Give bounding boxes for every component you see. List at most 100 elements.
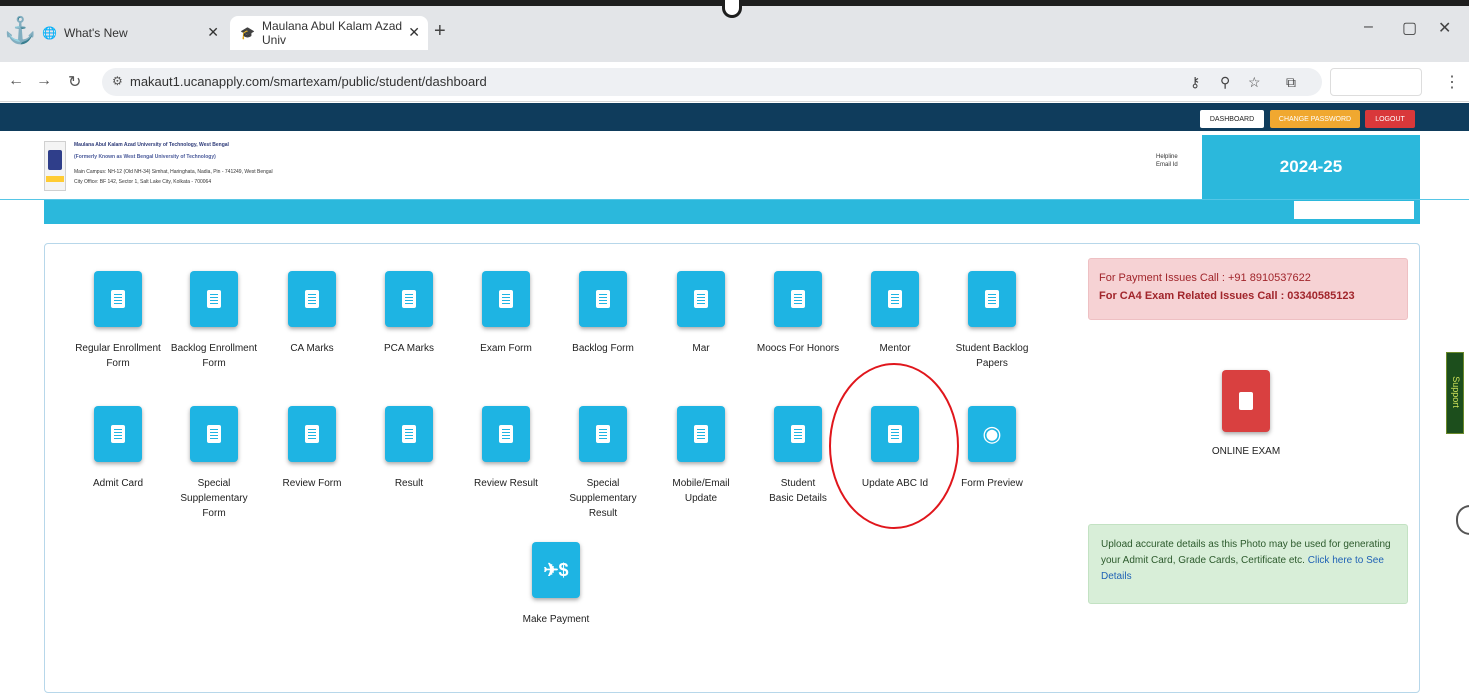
close-icon[interactable]: ✕ xyxy=(408,24,420,41)
site-top-bar: DASHBOARD CHANGE PASSWORD LOGOUT xyxy=(0,103,1469,131)
tile-label: PCA Marks xyxy=(383,343,434,354)
support-label: Support xyxy=(1451,376,1461,408)
support-tab[interactable]: Support xyxy=(1446,352,1464,434)
tab-makaut[interactable]: 🎓 Maulana Abul Kalam Azad Univ ✕ xyxy=(230,16,428,50)
globe-icon: 🌐 xyxy=(42,26,57,40)
header-cyan-bar xyxy=(44,200,1420,224)
tile-label: Moocs For Honors xyxy=(756,343,840,354)
helpline-info: Helpline Email Id xyxy=(1156,153,1178,169)
zoom-icon[interactable]: ⚲ xyxy=(1220,74,1230,91)
document-icon xyxy=(482,406,530,462)
payment-icon: ✈$ xyxy=(532,542,580,598)
tile-label: Student Basic Details xyxy=(769,478,827,504)
email-label: Email Id xyxy=(1156,162,1178,168)
tile-label: Backlog Form xyxy=(572,343,634,354)
document-icon xyxy=(677,406,725,462)
extensions-icon[interactable]: ⧉ xyxy=(1286,74,1296,91)
document-icon xyxy=(190,406,238,462)
site-info-icon[interactable]: ⚙ xyxy=(112,74,123,88)
tile-make-payment[interactable]: ✈$ Make Payment xyxy=(506,542,606,627)
profile-box[interactable] xyxy=(1330,68,1422,96)
document-icon xyxy=(94,406,142,462)
url-input[interactable]: ⚙ makaut1.ucanapply.com/smartexam/public… xyxy=(102,68,1322,96)
document-icon xyxy=(288,271,336,327)
tile-label: Student Backlog Papers xyxy=(955,343,1029,369)
tile-label: Admit Card xyxy=(92,478,143,489)
reload-icon[interactable]: ↻ xyxy=(68,72,81,92)
document-icon xyxy=(968,271,1016,327)
browser-tabstrip: ⚓ 🌐 What's New ✕ 🎓 Maulana Abul Kalam Az… xyxy=(0,0,1469,62)
main-campus-address: Main Campus: NH-12 (Old NH-34) Simhat, H… xyxy=(74,169,273,175)
tile-mar[interactable]: Mar xyxy=(651,271,751,356)
tile-ca-marks[interactable]: CA Marks xyxy=(262,271,362,356)
minimize-icon[interactable]: – xyxy=(1364,18,1373,36)
key-icon[interactable]: ⚷ xyxy=(1190,74,1200,91)
tile-regular-enrollment-form[interactable]: Regular Enrollment Form xyxy=(68,271,168,371)
browser-menu-icon[interactable]: ⋮ xyxy=(1444,72,1460,92)
side-handle[interactable] xyxy=(1456,505,1469,535)
tile-label: Review Form xyxy=(282,478,342,489)
eye-icon: ◉ xyxy=(968,406,1016,462)
dashboard-label: DASHBOARD xyxy=(1209,115,1255,123)
university-logo xyxy=(44,141,66,191)
tile-label: Special Supplementary Form xyxy=(180,478,248,519)
tile-label: Mentor xyxy=(879,343,911,354)
header-white-box xyxy=(1294,201,1414,219)
university-icon: 🎓 xyxy=(240,26,255,40)
online-exam-label: ONLINE EXAM xyxy=(1211,446,1281,457)
logout-button[interactable]: LOGOUT xyxy=(1365,110,1415,128)
tile-pca-marks[interactable]: PCA Marks xyxy=(359,271,459,356)
document-icon xyxy=(774,406,822,462)
upload-notice-alert: Upload accurate details as this Photo ma… xyxy=(1088,524,1408,604)
forward-icon[interactable]: → xyxy=(36,72,52,90)
tile-result[interactable]: Result xyxy=(359,406,459,491)
payment-issues-alert: For Payment Issues Call : +91 8910537622… xyxy=(1088,258,1408,320)
university-name: Maulana Abul Kalam Azad University of Te… xyxy=(74,142,229,148)
window-close-icon[interactable]: ✕ xyxy=(1438,18,1451,38)
logo-ribbon xyxy=(46,176,64,182)
tile-label: Exam Form xyxy=(480,343,532,354)
back-icon[interactable]: ← xyxy=(8,72,24,90)
bookmark-star-icon[interactable]: ☆ xyxy=(1248,74,1261,91)
university-former-name: (Formerly Known as West Bengal Universit… xyxy=(74,154,216,160)
document-icon xyxy=(385,271,433,327)
tile-exam-form[interactable]: Exam Form xyxy=(456,271,556,356)
helpline-label: Helpline xyxy=(1156,154,1178,160)
restore-icon[interactable]: ▢ xyxy=(1402,18,1417,38)
tile-label: Special Supplementary Result xyxy=(569,478,637,519)
document-icon xyxy=(579,271,627,327)
session-year: 2024-25 xyxy=(1279,157,1343,176)
change-password-button[interactable]: CHANGE PASSWORD xyxy=(1270,110,1360,128)
tile-admit-card[interactable]: Admit Card xyxy=(68,406,168,491)
close-icon[interactable]: ✕ xyxy=(207,24,219,41)
document-icon xyxy=(774,271,822,327)
dashboard-button[interactable]: DASHBOARD xyxy=(1200,110,1264,128)
tile-mobile-email-update[interactable]: Mobile/Email Update xyxy=(651,406,751,506)
tab-whats-new[interactable]: 🌐 What's New ✕ xyxy=(32,16,227,50)
document-icon xyxy=(288,406,336,462)
tile-mentor[interactable]: Mentor xyxy=(845,271,945,356)
tile-label: Result xyxy=(394,478,424,489)
tile-special-supplementary-form[interactable]: Special Supplementary Form xyxy=(164,406,264,521)
tile-label: Make Payment xyxy=(522,614,590,625)
new-tab-button[interactable]: + xyxy=(434,20,446,43)
tile-backlog-enrollment-form[interactable]: Backlog Enrollment Form xyxy=(164,271,264,371)
tile-label: Form Preview xyxy=(961,478,1023,489)
tile-review-result[interactable]: Review Result xyxy=(456,406,556,491)
tile-special-supplementary-result[interactable]: Special Supplementary Result xyxy=(553,406,653,521)
tile-review-form[interactable]: Review Form xyxy=(262,406,362,491)
document-icon xyxy=(579,406,627,462)
anchor-icon[interactable]: ⚓ xyxy=(4,14,36,46)
payment-issue-line: For Payment Issues Call : +91 8910537622 xyxy=(1099,272,1311,284)
tile-student-backlog-papers[interactable]: Student Backlog Papers xyxy=(942,271,1042,371)
document-icon xyxy=(482,271,530,327)
highlight-circle xyxy=(829,363,959,529)
tile-backlog-form[interactable]: Backlog Form xyxy=(553,271,653,356)
document-icon xyxy=(190,271,238,327)
session-year-box: 2024-25 xyxy=(1202,135,1420,201)
tile-moocs-for-honors[interactable]: Moocs For Honors xyxy=(748,271,848,356)
logo-shield xyxy=(48,150,62,170)
online-exam-tile[interactable]: ONLINE EXAM xyxy=(1196,370,1296,457)
ca4-issue-line: For CA4 Exam Related Issues Call : 03340… xyxy=(1099,290,1355,302)
logout-label: LOGOUT xyxy=(1375,115,1405,123)
